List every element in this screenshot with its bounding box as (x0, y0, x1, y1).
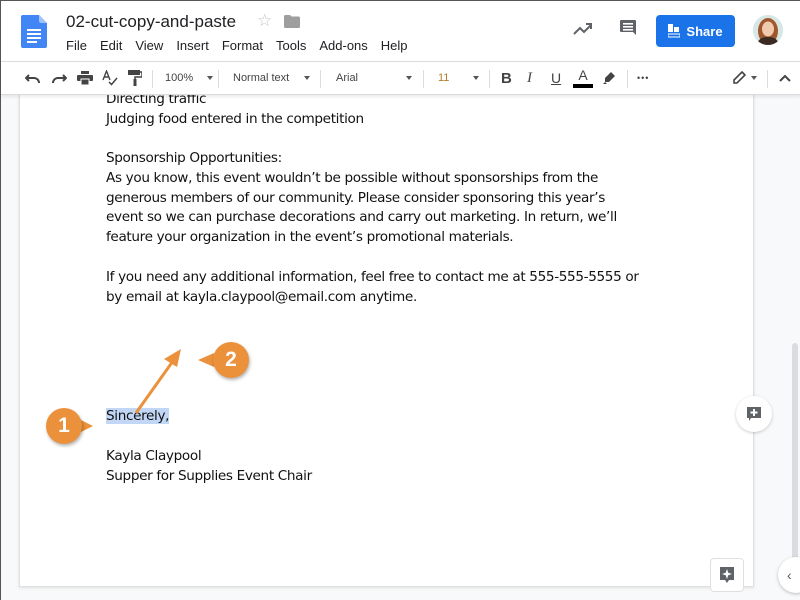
paint-format-icon (128, 70, 142, 86)
menu-addons[interactable]: Add-ons (319, 38, 367, 53)
app-header: 02-cut-copy-and-paste ☆ File Edit View I… (1, 1, 800, 61)
toolbar-divider (767, 70, 768, 88)
doc-line[interactable]: Directing traffic (106, 95, 207, 110)
formatting-toolbar: 100% Normal text Arial 11 B I U A ••• (1, 61, 800, 95)
more-icon: ••• (637, 73, 650, 83)
menu-tools[interactable]: Tools (276, 38, 306, 53)
toolbar-divider (627, 70, 628, 88)
doc-line[interactable]: If you need any additional information, … (106, 268, 639, 288)
share-lock-icon (668, 24, 681, 38)
doc-heading[interactable]: Sponsorship Opportunities: (106, 149, 282, 169)
italic-button[interactable]: I (527, 62, 532, 94)
selected-text[interactable]: Sincerely, (106, 407, 170, 427)
folder-icon[interactable] (284, 15, 300, 28)
menu-help[interactable]: Help (381, 38, 408, 53)
spellcheck-button[interactable] (102, 62, 118, 94)
pencil-icon (733, 71, 746, 84)
font-select[interactable]: Arial (336, 62, 413, 94)
chevron-down-icon (406, 76, 413, 80)
font-size-select[interactable]: 11 (438, 62, 480, 94)
signature-title[interactable]: Supper for Supplies Event Chair (106, 467, 312, 487)
doc-line[interactable]: As you know, this event wouldn’t be poss… (106, 169, 598, 189)
callout-2-pointer (198, 353, 214, 367)
menu-edit[interactable]: Edit (100, 38, 122, 53)
vertical-scrollbar[interactable] (790, 95, 800, 600)
doc-line[interactable]: by email at kayla.claypool@email.com any… (106, 288, 417, 308)
callout-step-2: 2 (213, 342, 249, 378)
menu-insert[interactable]: Insert (176, 38, 209, 53)
zoom-select[interactable]: 100% (165, 62, 214, 94)
underline-button[interactable]: U (551, 62, 561, 94)
chevron-down-icon (304, 76, 311, 80)
signature-name[interactable]: Kayla Claypool (106, 447, 202, 467)
redo-icon (52, 74, 67, 84)
italic-icon: I (527, 69, 532, 86)
selection-highlight: Sincerely, (106, 408, 170, 424)
print-icon (77, 71, 93, 85)
text-color-button[interactable]: A (573, 62, 593, 94)
undo-icon (25, 74, 40, 84)
font-value: Arial (336, 72, 359, 84)
user-avatar[interactable] (753, 15, 783, 45)
text-color-icon: A (578, 67, 588, 83)
chevron-down-icon (751, 76, 757, 80)
undo-button[interactable] (25, 62, 41, 94)
document-canvas: Working the registration table Directing… (1, 95, 791, 600)
add-comment-button[interactable] (736, 396, 772, 432)
highlighter-icon (603, 72, 615, 84)
callout-step-1: 1 (46, 408, 82, 444)
toolbar-divider (489, 70, 490, 88)
highlight-button[interactable] (602, 62, 616, 94)
redo-button[interactable] (51, 62, 67, 94)
menu-view[interactable]: View (135, 38, 163, 53)
chevron-down-icon (473, 76, 480, 80)
more-button[interactable]: ••• (637, 62, 649, 94)
text-color-swatch (573, 84, 593, 88)
underline-icon: U (551, 70, 562, 86)
toolbar-divider (320, 70, 321, 88)
hide-menus-button[interactable] (779, 62, 791, 94)
zoom-value: 100% (165, 72, 194, 84)
toolbar-divider (218, 70, 219, 88)
toolbar-divider (423, 70, 424, 88)
paragraph-style-select[interactable]: Normal text (233, 62, 311, 94)
menu-file[interactable]: File (66, 38, 87, 53)
doc-line[interactable]: event so we can purchase decorations and… (106, 208, 617, 228)
editing-mode-button[interactable] (732, 62, 757, 94)
toolbar-divider (152, 70, 153, 88)
menu-format[interactable]: Format (222, 38, 263, 53)
explore-icon (720, 567, 734, 583)
document-title[interactable]: 02-cut-copy-and-paste (66, 12, 236, 32)
bold-button[interactable]: B (501, 62, 512, 94)
chevron-down-icon (207, 76, 214, 80)
spellcheck-icon (102, 70, 118, 86)
print-button[interactable] (77, 62, 93, 94)
paint-format-button[interactable] (128, 62, 142, 94)
doc-line[interactable]: feature your organization in the event’s… (106, 228, 514, 248)
add-comment-icon (747, 406, 761, 421)
docs-logo-icon[interactable] (21, 15, 47, 48)
activity-trend-icon[interactable] (573, 21, 593, 37)
document-page[interactable]: Working the registration table Directing… (19, 95, 754, 587)
doc-line[interactable]: Judging food entered in the competition (106, 110, 364, 130)
chevron-left-icon: ‹ (787, 567, 792, 583)
star-icon[interactable]: ☆ (257, 11, 272, 31)
share-label: Share (686, 23, 723, 39)
share-button[interactable]: Share (656, 15, 735, 47)
chevron-up-icon (779, 74, 791, 82)
font-size-value: 11 (438, 72, 450, 84)
bold-icon: B (501, 69, 512, 87)
paragraph-style-value: Normal text (233, 72, 290, 84)
avatar-image-icon (753, 15, 783, 45)
explore-button[interactable] (710, 558, 744, 592)
scrollbar-thumb[interactable] (792, 343, 798, 568)
doc-line[interactable]: generous members of our community. Pleas… (106, 189, 605, 209)
comments-icon[interactable] (619, 19, 637, 39)
menu-bar: File Edit View Insert Format Tools Add-o… (66, 38, 421, 53)
